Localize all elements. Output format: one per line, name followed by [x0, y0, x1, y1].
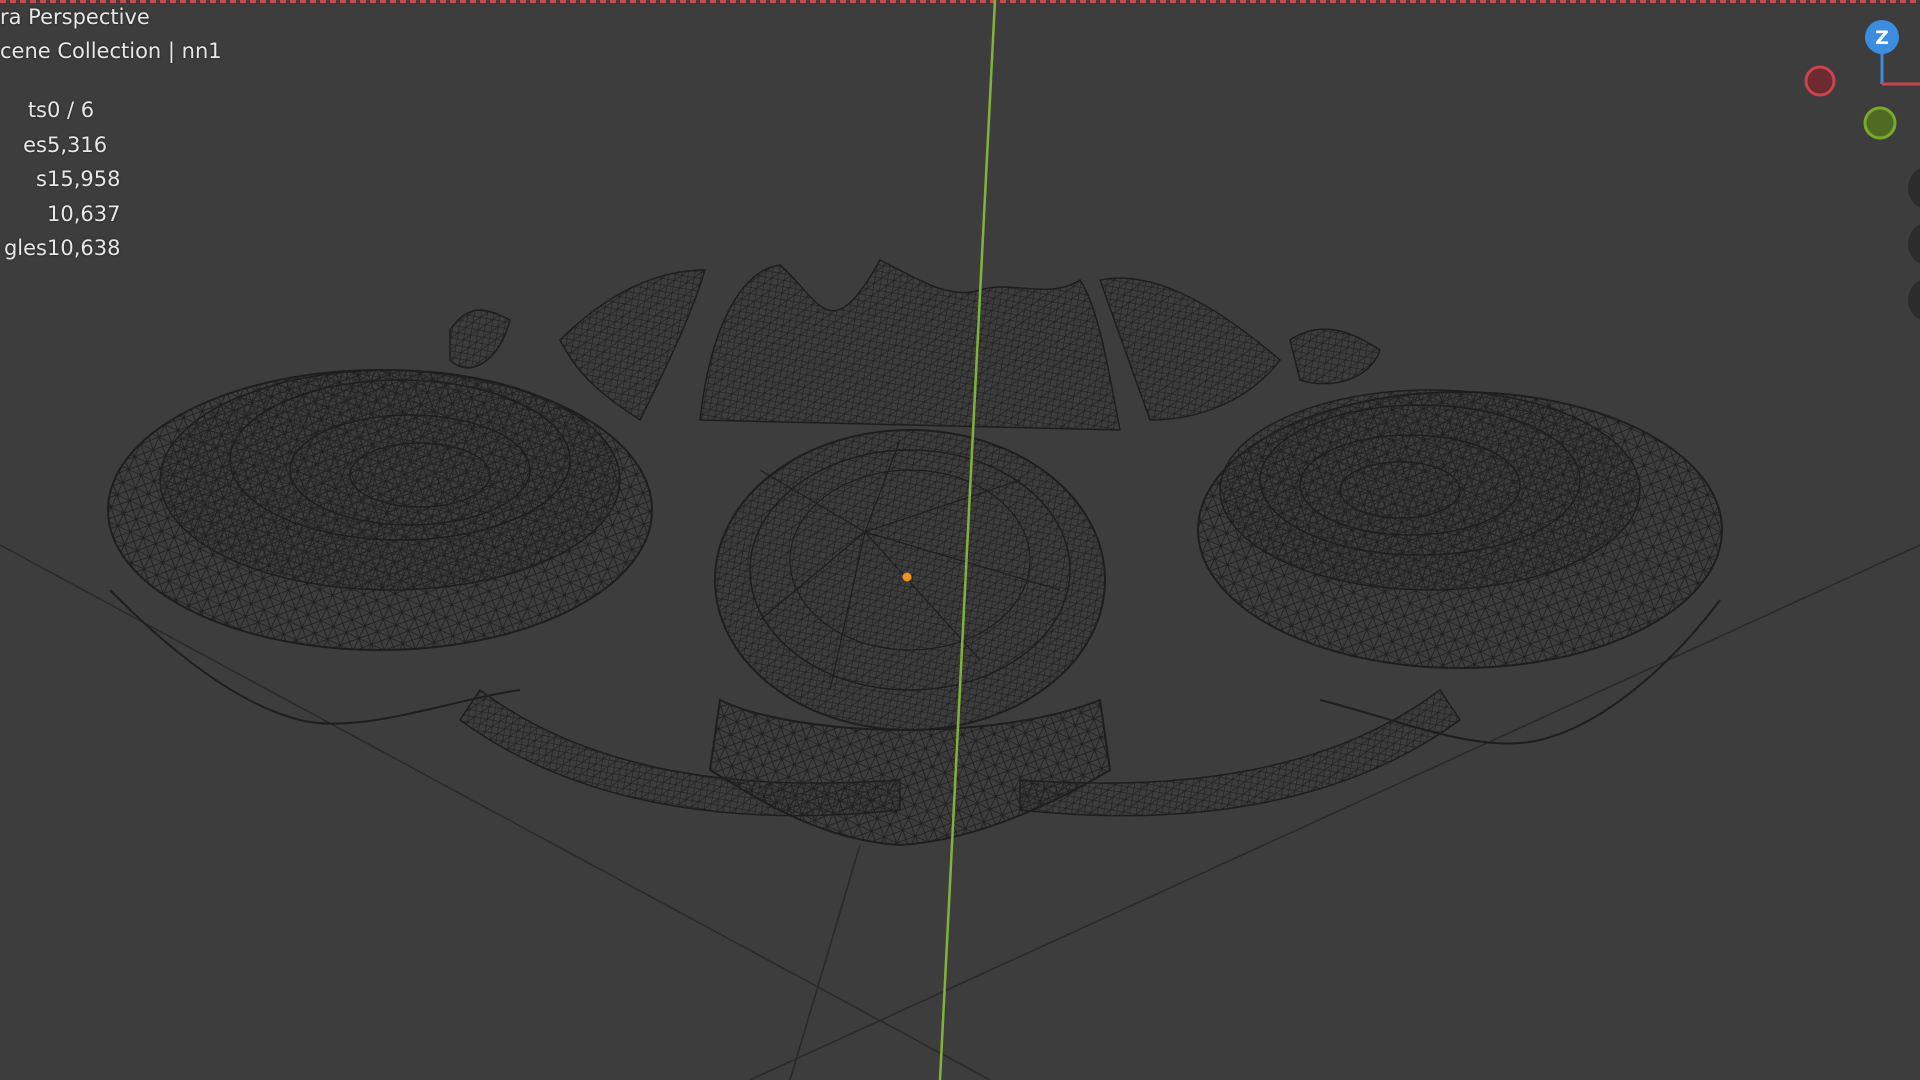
- gizmo-y-handle: [1863, 106, 1897, 140]
- 3d-viewport[interactable]: ra Perspective cene Collection | nn1 ts …: [0, 0, 1920, 1080]
- leaf-cluster: [449, 259, 1381, 431]
- left-rose: [107, 369, 653, 725]
- center-setting: [708, 429, 1112, 847]
- gizmo-x-neg-handle: [1804, 65, 1836, 97]
- right-rose: [1197, 389, 1723, 745]
- stat-row-faces: 10,637: [0, 197, 120, 232]
- stat-label: gles: [3, 236, 47, 261]
- origin-dot: [902, 572, 912, 582]
- stat-value: 10,638: [47, 236, 121, 261]
- navigation-gizmo[interactable]: Z: [0, 0, 1920, 200]
- stat-row-triangles: gles 10,638: [0, 231, 121, 266]
- gizmo-z-label: Z: [1875, 27, 1889, 49]
- stat-value: 10,637: [47, 201, 121, 226]
